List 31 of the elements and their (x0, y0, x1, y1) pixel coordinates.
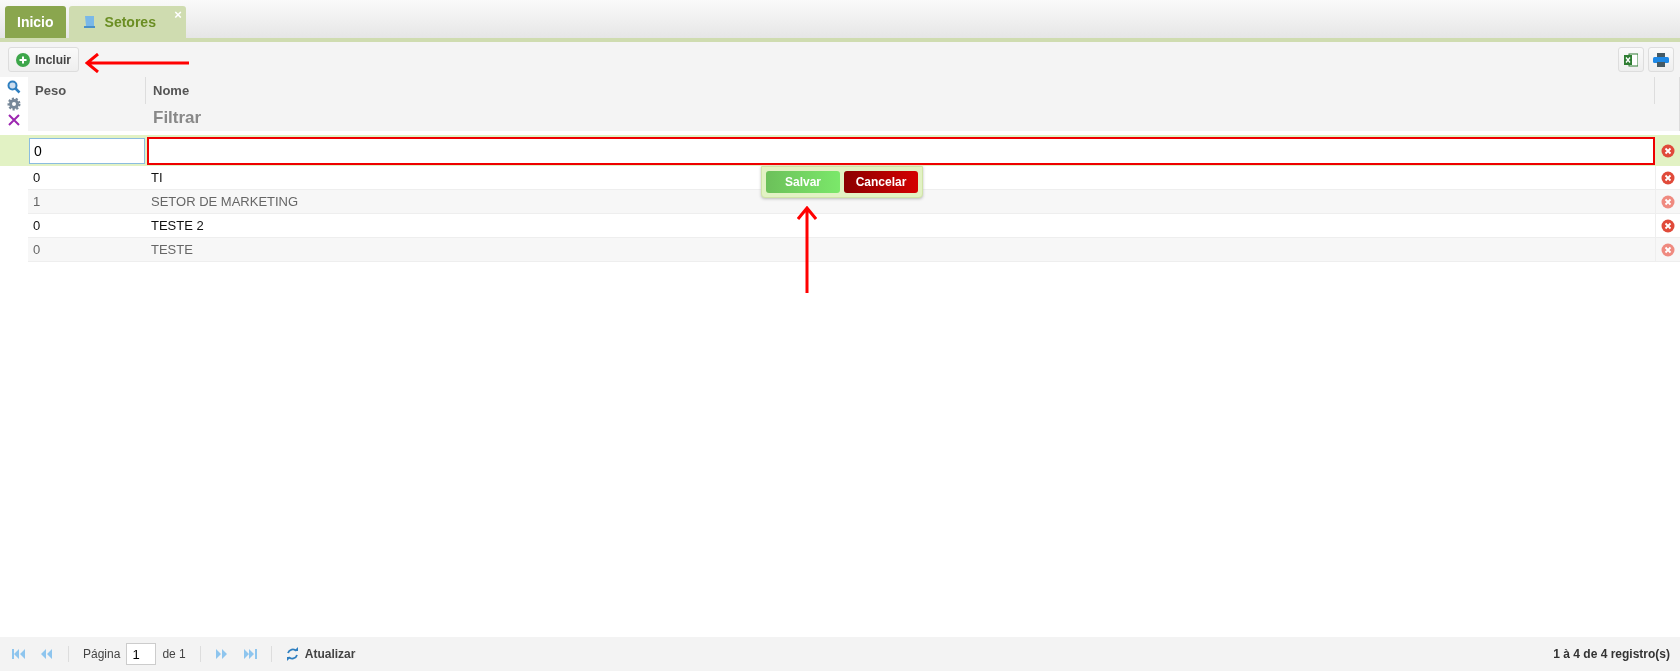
page-label: Página (83, 647, 121, 661)
document-icon (82, 15, 97, 29)
delete-icon[interactable] (1661, 218, 1675, 233)
add-button[interactable]: Incluir (8, 47, 79, 72)
refresh-button[interactable]: Atualizar (285, 647, 356, 661)
peso-input[interactable]: 0 (29, 137, 145, 164)
spreadsheet-icon (1624, 52, 1638, 67)
page-input[interactable]: 1 (126, 643, 157, 665)
table-cell: SETOR DE MARKETING (146, 190, 1655, 214)
cancel-button[interactable]: Cancelar (844, 171, 918, 193)
table-cell: 0 (28, 238, 146, 262)
table-cell: 1 (28, 190, 146, 214)
delete-icon[interactable] (1661, 170, 1675, 185)
print-button[interactable] (1648, 47, 1674, 72)
delete-icon[interactable] (1661, 194, 1675, 209)
page-total: de 1 (162, 647, 186, 661)
record-count: 1 à 4 de 4 registro(s) (1553, 647, 1670, 661)
nome-input[interactable] (147, 136, 1655, 165)
filter-label: Filtrar (153, 107, 203, 128)
column-header[interactable]: Peso (28, 77, 146, 104)
column-header[interactable]: Nome (146, 77, 1655, 104)
printer-icon (1653, 52, 1669, 67)
refresh-icon (285, 647, 299, 661)
settings-icon[interactable] (7, 97, 21, 111)
excel-export-button[interactable] (1618, 47, 1644, 72)
search-icon[interactable] (7, 80, 21, 94)
clear-icon[interactable] (8, 114, 20, 126)
delete-icon[interactable] (1661, 242, 1675, 257)
delete-icon[interactable] (1660, 143, 1675, 158)
add-icon (16, 52, 30, 67)
table-cell: TESTE (146, 238, 1655, 262)
